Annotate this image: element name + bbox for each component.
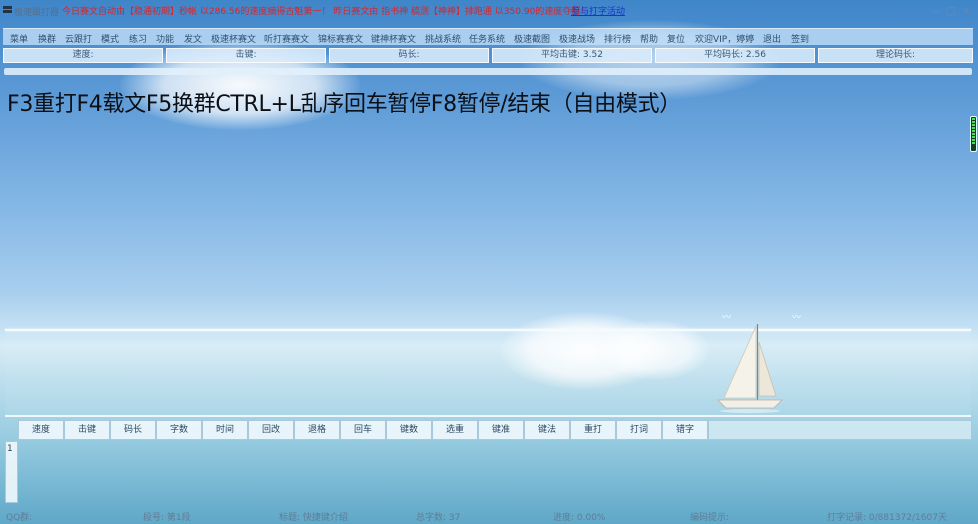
total-chars: 总字数: 37 — [416, 513, 461, 523]
column-header-keystroke[interactable]: 击键 — [64, 420, 110, 440]
column-header-time[interactable]: 时间 — [202, 420, 248, 440]
column-header-key-count[interactable]: 键数 — [386, 420, 432, 440]
qq-group-label: QQ群: — [6, 513, 33, 523]
menu-item-key-god-cup[interactable]: 键神杯赛文 — [371, 32, 416, 45]
seagull-icon: 〰 — [792, 313, 802, 323]
menu-item-cloud-typing[interactable]: 云跟打 — [65, 32, 92, 45]
app-grid-icon — [3, 6, 13, 15]
menu-item-speed-cup[interactable]: 极速杯赛文 — [211, 32, 256, 45]
column-header-word-typing[interactable]: 打词 — [616, 420, 662, 440]
code-length-stat: 码长: — [329, 48, 489, 63]
menu-bar: 菜单 换群 云跟打 模式 练习 功能 发文 极速杯赛文 听打赛赛文 锦标赛赛文 … — [3, 28, 973, 45]
row-number: 1 — [7, 444, 13, 454]
menu-item-screenshot[interactable]: 极速截图 — [514, 32, 550, 45]
code-hint: 编码提示: — [690, 513, 730, 523]
input-area-top-border — [5, 329, 971, 331]
theoretical-code-length-stat: 理论码长: — [818, 48, 973, 63]
menu-item-reset[interactable]: 复位 — [667, 32, 685, 45]
average-code-length-stat: 平均码长: 2.56 — [655, 48, 815, 63]
results-table-header-filler — [708, 420, 972, 440]
menu-item-practice[interactable]: 练习 — [129, 32, 147, 45]
menu-item-tasks[interactable]: 任务系统 — [469, 32, 505, 45]
join-activity-link[interactable]: 参与打字活动 — [571, 4, 625, 17]
column-header-retype[interactable]: 重打 — [570, 420, 616, 440]
average-keystroke-stat: 平均击键: 3.52 — [492, 48, 652, 63]
status-bar: QQ群: 段号: 第1段 标题: 快捷键介绍 总字数: 37 进度: 0.00%… — [0, 505, 978, 524]
close-button[interactable]: × — [959, 4, 973, 17]
typing-input-area[interactable] — [5, 332, 971, 415]
article-text: F3重打F4载文F5换群CTRL+L乱序回车暂停F8暂停/结束（自由模式） — [7, 92, 681, 117]
menu-item-help[interactable]: 帮助 — [640, 32, 658, 45]
menu-item-vip-welcome[interactable]: 欢迎VIP，婷婷 — [695, 32, 754, 45]
typing-progress-bar — [4, 68, 972, 75]
window-title: 极速跟打器 — [14, 8, 60, 18]
keystroke-stat: 击键: — [166, 48, 326, 63]
column-header-backspace[interactable]: 退格 — [294, 420, 340, 440]
column-header-key-accuracy[interactable]: 键准 — [478, 420, 524, 440]
column-header-code-length[interactable]: 码长 — [110, 420, 156, 440]
menu-item-functions[interactable]: 功能 — [156, 32, 174, 45]
column-header-speed[interactable]: 速度 — [18, 420, 64, 440]
menu-item-sign-in[interactable]: 签到 — [791, 32, 809, 45]
stats-bar: 速度: 击键: 码长: 平均击键: 3.52 平均码长: 2.56 理论码长: — [3, 48, 973, 63]
menu-item-send-text[interactable]: 发文 — [184, 32, 202, 45]
column-header-char-count[interactable]: 字数 — [156, 420, 202, 440]
column-header-selection[interactable]: 选重 — [432, 420, 478, 440]
title-bar: 极速跟打器 今日赛文自动由【稳通初期】秒帐 以286.56的速度摘得古魁第一！ … — [0, 0, 978, 22]
column-header-corrections[interactable]: 回改 — [248, 420, 294, 440]
segment-number: 段号: 第1段 — [143, 513, 191, 523]
article-title: 标题: 快捷键介绍 — [279, 513, 348, 523]
menu-item-leaderboard[interactable]: 排行榜 — [604, 32, 631, 45]
menu-item-mode[interactable]: 模式 — [101, 32, 119, 45]
typing-record: 打字记录: 0/881372/1607天 — [827, 513, 947, 523]
menu-item-battlefield[interactable]: 极速战场 — [559, 32, 595, 45]
menu-item-listening-contest[interactable]: 听打赛赛文 — [264, 32, 309, 45]
maximize-button[interactable]: □ — [944, 4, 958, 17]
minimize-button[interactable]: — — [929, 4, 943, 17]
progress-percent: 进度: 0.00% — [553, 513, 606, 523]
marquee-notice: 今日赛文自动由【稳通初期】秒帐 以286.56的速度摘得古魁第一！ 昨日赛文由 … — [62, 7, 590, 17]
column-header-key-method[interactable]: 键法 — [524, 420, 570, 440]
menu-item-championship[interactable]: 锦标赛赛文 — [318, 32, 363, 45]
scrollbar-handle[interactable] — [970, 116, 977, 152]
input-area-bottom-border — [5, 415, 971, 417]
menu-item-exit[interactable]: 退出 — [763, 32, 781, 45]
menu-item-menu[interactable]: 菜单 — [10, 32, 28, 45]
speed-stat: 速度: — [3, 48, 163, 63]
column-header-errors[interactable]: 错字 — [662, 420, 708, 440]
menu-item-switch-group[interactable]: 换群 — [38, 32, 56, 45]
column-header-enter[interactable]: 回车 — [340, 420, 386, 440]
menu-item-challenge[interactable]: 挑战系统 — [425, 32, 461, 45]
sailboat-icon — [717, 324, 783, 413]
